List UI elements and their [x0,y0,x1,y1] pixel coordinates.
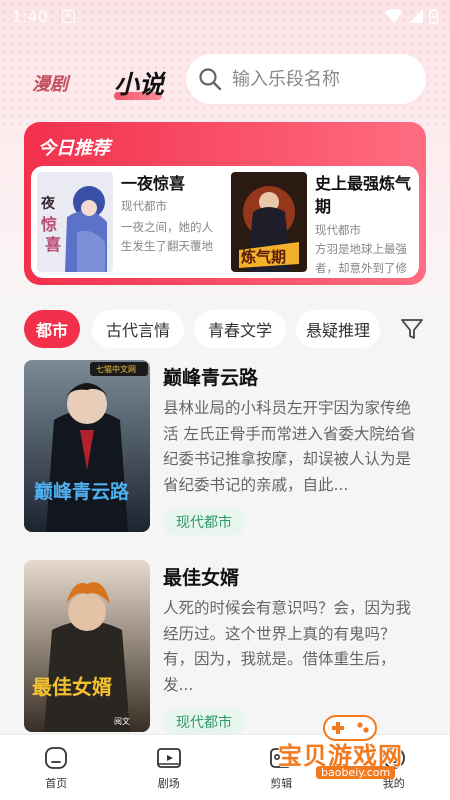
theater-icon [156,748,181,768]
notification-icon: A [61,9,75,23]
cover-art: 炼气期 [231,172,307,272]
nav-home[interactable]: 首页 [0,735,113,800]
status-time: 1:40 [12,6,48,26]
book-description: 人死的时候会有意识吗？会，因为我经历过。这个世界上真的有鬼吗？有，因为，我就是。… [163,599,412,694]
status-bar: 1:40 A [0,0,450,32]
genre-tag: 现代都市 [163,508,245,536]
recommend-book-title: 史上最强炼气期 [315,174,412,216]
book-description: 县林业局的小科员左开宇因为家传绝活 左氏正骨手而常进入省委大院给省纪委书记推拿按… [163,399,416,494]
status-icons [385,8,438,24]
cover-publisher: 阅文 [114,716,130,726]
book-cover[interactable]: 七猫中文网 巅峰青云路 [24,360,150,532]
cover-publisher: 七猫中文网 [96,364,136,374]
recommend-book-genre: 现代都市 [121,199,167,213]
category-tab-urban[interactable]: 都市 [24,310,80,348]
cover-art: 七猫中文网 巅峰青云路 [24,360,150,532]
category-tab-ancient-romance[interactable]: 古代言情 [92,310,184,348]
signal-icon [409,9,423,23]
watermark-url: baobeiy.com [316,766,396,779]
battery-icon [429,8,438,24]
book-title: 最佳女婿 [163,567,240,589]
cover-title: 巅峰青云路 [34,480,130,503]
nav-label: 首页 [45,777,68,790]
cover-art: 夜 惊 喜 [37,172,113,272]
recommend-item[interactable]: 炼气期 史上最强炼气期 现代都市 方羽是地球上最强者，却意外到了修 [225,166,419,278]
nav-theater[interactable]: 剧场 [113,735,226,800]
svg-text:炼气期: 炼气期 [241,248,286,266]
book-title: 巅峰青云路 [163,367,259,389]
wifi-icon [385,9,403,23]
recommend-title: 今日推荐 [38,138,110,159]
tab-drama[interactable]: 漫剧 [32,70,68,96]
book-cover[interactable]: 夜 惊 喜 [37,172,113,272]
category-tab-mystery[interactable]: 悬疑推理 [296,310,380,348]
recommend-list: 夜 惊 喜 一夜惊喜 现代都市 一夜之间，她的人生发生了翻天覆地 炼气期 史上最… [31,166,419,278]
svg-text:夜: 夜 [40,195,56,212]
search-input[interactable] [232,68,412,90]
category-tabs: 都市 古代言情 青春文学 悬疑推理 [24,310,434,348]
category-tab-youth[interactable]: 青春文学 [194,310,286,348]
book-cover[interactable]: 炼气期 [231,172,307,272]
recommend-book-desc: 一夜之间，她的人生发生了翻天覆地 [121,220,213,253]
top-header: 漫剧 小说 [0,52,450,108]
recommend-card: 今日推荐 夜 惊 喜 一夜惊喜 现代都市 一夜之间，她的人生发生了翻天覆地 炼气… [24,122,426,285]
search-icon [199,68,222,91]
recommend-item[interactable]: 夜 惊 喜 一夜惊喜 现代都市 一夜之间，她的人生发生了翻天覆地 [31,166,225,278]
recommend-book-genre: 现代都市 [315,223,361,237]
watermark: 宝贝游戏网 baobeiy.com [270,710,450,786]
cover-art: 最佳女婿 阅文 [24,560,150,732]
svg-text:喜: 喜 [45,235,61,254]
tab-novel[interactable]: 小说 [114,65,164,101]
home-icon [45,747,68,769]
recommend-book-title: 一夜惊喜 [121,174,186,193]
book-cover[interactable]: 最佳女婿 阅文 [24,560,150,732]
genre-tag: 现代都市 [163,708,245,736]
cover-title: 最佳女婿 [32,675,112,699]
nav-label: 剧场 [157,777,180,790]
svg-text:惊: 惊 [41,215,57,234]
search-box[interactable] [186,54,426,104]
book-list-item[interactable]: 七猫中文网 巅峰青云路 巅峰青云路 县林业局的小科员左开宇因为家传绝活 左氏正骨… [24,360,426,536]
filter-icon[interactable] [400,317,424,341]
recommend-book-desc: 方羽是地球上最强者，却意外到了修 [315,242,407,275]
